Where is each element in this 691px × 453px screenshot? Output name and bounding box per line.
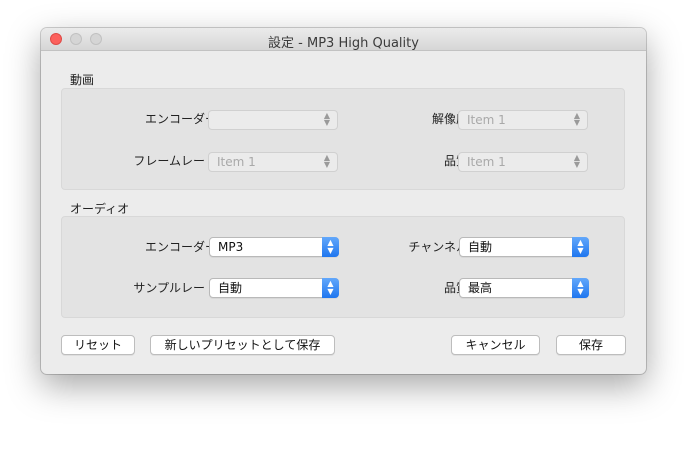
up-down-arrows-icon: ▲ ▼ xyxy=(573,153,581,169)
up-down-arrows-icon: ▲ ▼ xyxy=(322,278,339,298)
up-down-arrows-icon: ▲ ▼ xyxy=(573,111,581,127)
up-down-arrows-icon: ▲ ▼ xyxy=(323,111,331,127)
audio-quality-value: 最高 xyxy=(468,281,493,295)
video-encoder-label: エンコーダー xyxy=(144,112,217,126)
video-quality-value: Item 1 xyxy=(467,155,506,169)
video-group: エンコーダー ▲ ▼ 解像度 Item 1 ▲ ▼ フレームレート Item 1 ▲… xyxy=(61,88,625,190)
audio-samplerate-value: 自動 xyxy=(218,281,243,295)
video-framerate-value: Item 1 xyxy=(217,155,256,169)
up-down-arrows-icon: ▲ ▼ xyxy=(572,237,589,257)
reset-button[interactable]: リセット xyxy=(61,335,135,355)
audio-channel-select[interactable]: 自動 ▲ ▼ xyxy=(459,237,589,257)
save-button[interactable]: 保存 xyxy=(556,335,626,355)
video-quality-select[interactable]: Item 1 ▲ ▼ xyxy=(458,152,588,172)
up-down-arrows-icon: ▲ ▼ xyxy=(322,237,339,257)
audio-section-label: オーディオ xyxy=(70,202,130,216)
window-title: 設定 - MP3 High Quality xyxy=(268,36,419,51)
audio-encoder-select[interactable]: MP3 ▲ ▼ xyxy=(209,237,339,257)
video-resolution-select[interactable]: Item 1 ▲ ▼ xyxy=(458,110,588,130)
video-section-label: 動画 xyxy=(70,73,95,87)
video-framerate-label: フレームレート xyxy=(133,154,217,168)
save-as-preset-button[interactable]: 新しいプリセットとして保存 xyxy=(150,335,335,355)
video-resolution-value: Item 1 xyxy=(467,113,506,127)
audio-channel-value: 自動 xyxy=(468,240,493,254)
audio-quality-select[interactable]: 最高 ▲ ▼ xyxy=(459,278,589,298)
up-down-arrows-icon: ▲ ▼ xyxy=(323,153,331,169)
audio-samplerate-label: サンプルレート xyxy=(133,281,217,295)
audio-encoder-value: MP3 xyxy=(218,240,244,254)
cancel-button[interactable]: キャンセル xyxy=(451,335,540,355)
video-encoder-select[interactable]: ▲ ▼ xyxy=(208,110,338,130)
audio-samplerate-select[interactable]: 自動 ▲ ▼ xyxy=(209,278,339,298)
up-down-arrows-icon: ▲ ▼ xyxy=(572,278,589,298)
audio-group: エンコーダー MP3 ▲ ▼ チャンネル 自動 ▲ ▼ サンプルレート 自動 ▲ ▼ … xyxy=(61,216,625,318)
audio-encoder-label: エンコーダー xyxy=(144,240,217,254)
video-framerate-select[interactable]: Item 1 ▲ ▼ xyxy=(208,152,338,172)
settings-window: 設定 - MP3 High Quality 動画 エンコーダー ▲ ▼ 解像度 I… xyxy=(41,28,646,374)
title-bar: 設定 - MP3 High Quality xyxy=(41,28,646,51)
